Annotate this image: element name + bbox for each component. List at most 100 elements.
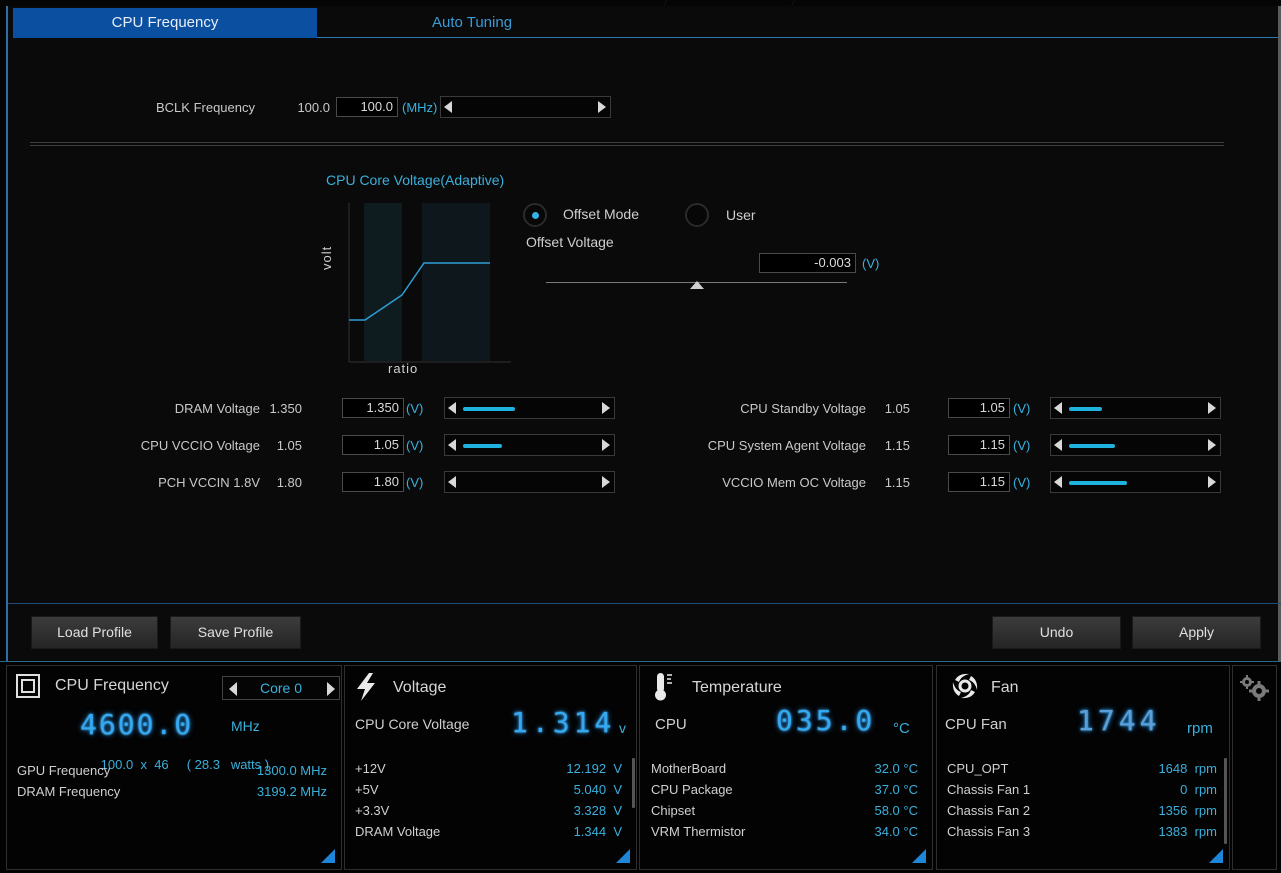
decrement-arrow-icon[interactable]: [1054, 402, 1062, 414]
fan-title: Fan: [991, 679, 1019, 696]
gear-icon[interactable]: [1239, 674, 1271, 702]
voltage-label: CPU System Agent Voltage: [707, 438, 866, 453]
offset-slider-thumb[interactable]: [689, 281, 704, 289]
reading-value: 0 rpm: [1180, 782, 1217, 797]
voltage-input[interactable]: 1.15: [948, 472, 1010, 492]
voltage-input[interactable]: 1.05: [948, 398, 1010, 418]
save-profile-button[interactable]: Save Profile: [170, 616, 301, 649]
voltage-slider[interactable]: [1050, 397, 1221, 419]
cpu-temperature-value: 035.0: [776, 704, 876, 737]
voltage-label: PCH VCCIN 1.8V: [158, 475, 260, 490]
increment-arrow-icon[interactable]: [598, 101, 606, 113]
reading-label: Chassis Fan 3: [947, 824, 1031, 839]
expand-corner-icon[interactable]: [912, 849, 926, 863]
tab-bar: CPU Frequency Auto Tuning: [13, 8, 1281, 38]
slider-fill: [1069, 407, 1102, 411]
reading-label: VRM Thermistor: [651, 824, 746, 839]
voltage-label: DRAM Voltage: [174, 401, 260, 416]
voltage-slider[interactable]: [1050, 471, 1221, 493]
voltage-unit: (V): [406, 401, 424, 416]
decrement-arrow-icon[interactable]: [444, 101, 452, 113]
decrement-arrow-icon[interactable]: [448, 402, 456, 414]
voltage-label: CPU Standby Voltage: [740, 401, 866, 416]
voltage-current: 1.15: [884, 438, 910, 453]
chart-ylabel: volt: [319, 245, 334, 270]
bclk-slider[interactable]: [440, 96, 611, 118]
reading-label: +3.3V: [355, 803, 390, 818]
reading-label: +5V: [355, 782, 379, 797]
offset-mode-radio[interactable]: [523, 203, 547, 227]
voltage-unit: (V): [406, 438, 424, 453]
voltage-input[interactable]: 1.05: [342, 435, 404, 455]
lightning-bolt-icon: [357, 673, 375, 701]
tab-auto-tuning[interactable]: Auto Tuning: [317, 8, 627, 38]
hardware-monitor: CPU Frequency Core 0 4600.0 MHz 100.0 x …: [0, 661, 1281, 873]
chart-xlabel: ratio: [388, 361, 419, 376]
voltage-label: CPU VCCIO Voltage: [140, 438, 260, 453]
offset-voltage-unit: (V): [862, 256, 880, 271]
expand-corner-icon[interactable]: [321, 849, 335, 863]
slider-fill: [463, 407, 515, 411]
bclk-input[interactable]: 100.0: [336, 97, 398, 117]
radio-selected-dot: [532, 212, 539, 219]
voltage-slider[interactable]: [1050, 434, 1221, 456]
expand-corner-icon[interactable]: [616, 849, 630, 863]
increment-arrow-icon[interactable]: [602, 476, 610, 488]
decrement-arrow-icon[interactable]: [1054, 476, 1062, 488]
thermometer-icon: [655, 673, 672, 701]
cpu-core-voltage-label: CPU Core Voltage: [355, 716, 470, 732]
voltage-slider[interactable]: [444, 471, 615, 493]
expand-corner-icon[interactable]: [1209, 849, 1223, 863]
cpu-fan-label: CPU Fan: [945, 716, 1007, 733]
reading-label: CPU_OPT: [947, 761, 1009, 776]
reading-label: DRAM Voltage: [355, 824, 441, 839]
cpu-fan-value: 1744: [1077, 704, 1161, 737]
reading-value: 58.0 °C: [874, 803, 918, 818]
cpu-frequency-unit: MHz: [231, 718, 260, 734]
reading-value: 3.328 V: [573, 803, 622, 818]
slider-fill: [463, 444, 502, 448]
temperature-title: Temperature: [692, 679, 782, 696]
voltage-input[interactable]: 1.15: [948, 435, 1010, 455]
core-selector[interactable]: Core 0: [222, 676, 340, 700]
tab-cpu-frequency[interactable]: CPU Frequency: [13, 8, 317, 38]
cpu-temperature-unit: °C: [893, 720, 910, 737]
next-core-arrow-icon[interactable]: [327, 682, 335, 696]
increment-arrow-icon[interactable]: [602, 402, 610, 414]
offset-mode-label: Offset Mode: [563, 206, 640, 222]
undo-button[interactable]: Undo: [992, 616, 1121, 649]
increment-arrow-icon[interactable]: [1208, 402, 1216, 414]
offset-voltage-input[interactable]: -0.003: [759, 253, 856, 273]
increment-arrow-icon[interactable]: [1208, 439, 1216, 451]
temperature-panel: Temperature CPU 035.0 °C MotherBoard 32.0…: [639, 665, 933, 870]
multiplier-x: x: [140, 757, 147, 772]
slider-fill: [1069, 481, 1127, 485]
load-profile-button[interactable]: Load Profile: [31, 616, 158, 649]
reading-label: Chassis Fan 2: [947, 803, 1031, 818]
reading-label: +12V: [355, 761, 386, 776]
apply-button[interactable]: Apply: [1132, 616, 1261, 649]
voltage-slider[interactable]: [444, 434, 615, 456]
decrement-arrow-icon[interactable]: [448, 476, 456, 488]
cpu-fan-unit: rpm: [1187, 720, 1213, 737]
voltage-title: Voltage: [393, 679, 447, 696]
core-voltage-chart: [348, 203, 511, 363]
voltage-scrollbar[interactable]: [632, 758, 635, 808]
voltage-input[interactable]: 1.80: [342, 472, 404, 492]
reading-value: 1383 rpm: [1158, 824, 1217, 839]
voltage-input[interactable]: 1.350: [342, 398, 404, 418]
reading-value: 5.040 V: [573, 782, 622, 797]
fan-scrollbar[interactable]: [1224, 758, 1227, 844]
decrement-arrow-icon[interactable]: [448, 439, 456, 451]
voltage-slider[interactable]: [444, 397, 615, 419]
decrement-arrow-icon[interactable]: [1054, 439, 1062, 451]
increment-arrow-icon[interactable]: [1208, 476, 1216, 488]
voltage-panel: Voltage CPU Core Voltage 1.314 v +12V 12.…: [344, 665, 637, 870]
dram-frequency-label: DRAM Frequency: [17, 784, 121, 799]
user-mode-radio[interactable]: [685, 203, 709, 227]
user-mode-label: User: [726, 207, 756, 223]
bclk-current: 100.0: [297, 100, 330, 115]
increment-arrow-icon[interactable]: [602, 439, 610, 451]
core-voltage-title: CPU Core Voltage(Adaptive): [326, 172, 505, 188]
cpu-frequency-panel: CPU Frequency Core 0 4600.0 MHz 100.0 x …: [6, 665, 342, 870]
